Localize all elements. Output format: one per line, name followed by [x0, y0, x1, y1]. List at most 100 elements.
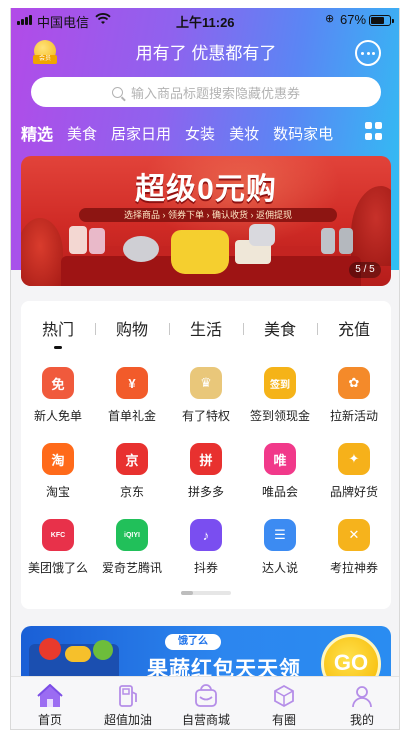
product-watch: [339, 228, 353, 254]
icon-glyph: 签到: [270, 379, 290, 391]
search-input[interactable]: 输入商品标题搜索隐藏优惠券: [31, 77, 381, 107]
feature-item[interactable]: ✦ 品牌好货: [317, 443, 391, 501]
pinduoduo-icon: 拼: [190, 443, 222, 475]
icon-glyph: iQIYI: [124, 531, 140, 539]
banner-steps: 选择商品 › 领券下单 › 确认收货 › 返佣提现: [79, 208, 337, 222]
feature-item[interactable]: iQIYI 爱奇艺腾讯: [95, 519, 169, 577]
banner-headline: 超级0元购: [135, 173, 277, 206]
nav-gas-label: 超值加油: [103, 713, 152, 727]
feature-label: 唯品会: [261, 485, 298, 499]
feature-label: 拼多多: [187, 485, 224, 499]
feature-item[interactable]: ✿ 拉新活动: [317, 367, 391, 425]
nav-mall[interactable]: 自营商城: [167, 677, 245, 729]
feature-label: 淘宝: [45, 485, 70, 499]
feature-item[interactable]: ♛ 有了特权: [169, 367, 243, 425]
gas-pump-icon: [119, 685, 137, 707]
feature-item[interactable]: 京京东: [95, 443, 169, 501]
tab-shopping[interactable]: 购物: [95, 316, 169, 356]
douyin-icon: ♪: [190, 519, 222, 551]
product-phone: [89, 228, 105, 254]
status-time: 上午11:26: [176, 15, 235, 30]
feature-item[interactable]: KFC 美团饿了么: [21, 519, 95, 577]
eleme-logo: 饿了么: [165, 634, 221, 650]
category-tab-featured[interactable]: 精选: [21, 121, 53, 145]
all-categories-icon[interactable]: [365, 122, 383, 140]
wifi-icon: [95, 13, 111, 24]
feature-item[interactable]: ☰ 达人说: [243, 519, 317, 577]
product-phone: [69, 226, 87, 254]
feature-item[interactable]: 淘淘宝: [21, 443, 95, 501]
feature-panel: 热门 购物 生活 美食 充值 免新人免单 ¥ 首单礼金 ♛ 有了特权 签到 签到领现金 ✿ 拉新…: [21, 301, 391, 609]
nav-gas[interactable]: 超值加油: [89, 677, 167, 729]
rotation-lock-icon: ⊕: [325, 13, 335, 25]
fruit-image: [39, 638, 61, 660]
status-bar: 中国电信 上午11:26 ⊕ 67%: [11, 8, 399, 32]
feature-label: 爱奇艺腾讯: [101, 561, 162, 575]
product-watch: [123, 236, 159, 262]
feature-label: 签到领现金: [249, 409, 310, 423]
banner-pager: 5 / 5: [349, 262, 381, 278]
tab-life[interactable]: 生活: [169, 316, 243, 356]
jd-dog-icon: 京: [116, 443, 148, 475]
nav-circle-label: 有圈: [271, 713, 296, 727]
tab-life-label: 生活: [189, 322, 222, 339]
category-tab-beauty[interactable]: 美妆: [229, 123, 259, 144]
nav-circle[interactable]: 有圈: [245, 677, 323, 729]
coupon-icon: ✕: [338, 519, 370, 551]
search-placeholder: 输入商品标题搜索隐藏优惠券: [130, 85, 300, 101]
tab-hot-label: 热门: [41, 322, 74, 339]
feature-item[interactable]: 唯唯品会: [243, 443, 317, 501]
category-tab-digital[interactable]: 数码家电: [273, 123, 333, 144]
tab-hot[interactable]: 热门: [21, 316, 95, 356]
nav-profile-label: 我的: [349, 713, 374, 727]
feature-item[interactable]: ♪ 抖券: [169, 519, 243, 577]
tab-recharge-label: 充值: [337, 322, 370, 339]
feature-item[interactable]: 免新人免单: [21, 367, 95, 425]
page-title: 用有了 优惠都有了: [135, 44, 277, 63]
feature-item[interactable]: 拼拼多多: [169, 443, 243, 501]
vip-shop-icon: 唯: [264, 443, 296, 475]
feature-label: 京东: [119, 485, 144, 499]
category-tab-food[interactable]: 美食: [67, 123, 97, 144]
product-cooker: [171, 230, 229, 274]
feature-label: 新人免单: [33, 409, 82, 423]
tab-food-label: 美食: [263, 322, 296, 339]
feature-item[interactable]: ✕ 考拉神券: [317, 519, 391, 577]
tab-recharge[interactable]: 充值: [317, 316, 391, 356]
product-watch: [321, 228, 335, 254]
icon-glyph: 唯: [273, 452, 287, 468]
phone-screen: 中国电信 上午11:26 ⊕ 67% 会员 用有了 优惠都有了 输入商品标题搜索…: [10, 8, 400, 730]
kfc-icon: KFC: [42, 519, 74, 551]
icon-glyph: 京: [125, 452, 139, 468]
iqiyi-icon: iQIYI: [116, 519, 148, 551]
feature-label: 抖券: [193, 561, 218, 575]
feature-item[interactable]: 签到 签到领现金: [243, 367, 317, 425]
feature-label: 有了特权: [181, 409, 230, 423]
brand-goods-icon: ✦: [338, 443, 370, 475]
fruit-image: [65, 646, 91, 662]
nav-profile[interactable]: 我的: [323, 677, 399, 729]
icon-glyph: ¥: [128, 375, 136, 391]
feature-label: 美团饿了么: [27, 561, 88, 575]
sprout-icon: ✿: [338, 367, 370, 399]
cube-icon: [274, 684, 294, 708]
promo-banner[interactable]: 超级0元购 选择商品 › 领券下单 › 确认收货 › 返佣提现 5 / 5: [21, 156, 391, 286]
icon-glyph: 拼: [199, 452, 213, 468]
feature-item[interactable]: ¥ 首单礼金: [95, 367, 169, 425]
grid-scroll-indicator: [181, 591, 231, 595]
message-icon[interactable]: [355, 40, 381, 66]
category-tab-women[interactable]: 女装: [185, 123, 215, 144]
tab-food[interactable]: 美食: [243, 316, 317, 356]
feature-grid: 免新人免单 ¥ 首单礼金 ♛ 有了特权 签到 签到领现金 ✿ 拉新活动淘淘宝京京东拼拼多多唯唯品…: [21, 367, 391, 577]
icon-glyph: KFC: [50, 531, 66, 539]
taobao-icon: 淘: [42, 443, 74, 475]
free-order-icon: 免: [42, 367, 74, 399]
feature-label: 拉新活动: [329, 409, 378, 423]
nav-home-label: 首页: [37, 713, 62, 727]
home-icon: [37, 684, 63, 707]
icon-glyph: ✕: [348, 527, 360, 542]
search-icon: [111, 86, 123, 98]
nav-home[interactable]: 首页: [11, 677, 89, 729]
bottom-nav: 首页 超值加油 自营商城 有圈 我的: [11, 676, 399, 729]
category-tab-home[interactable]: 居家日用: [111, 123, 171, 144]
